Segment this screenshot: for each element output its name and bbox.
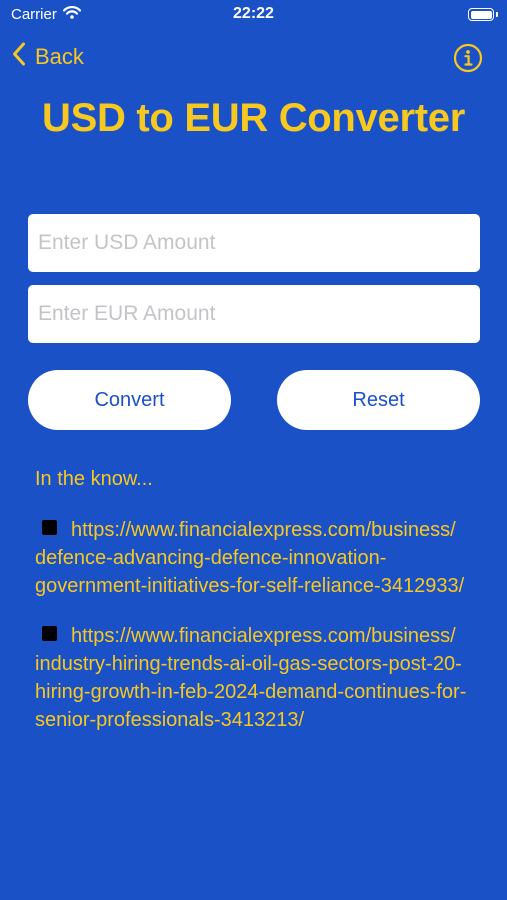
bullet-square-icon — [42, 626, 57, 641]
back-button[interactable]: Back — [12, 42, 84, 72]
news-link[interactable]: https://www.financialexpress.com/busines… — [35, 622, 475, 734]
news-heading: In the know... — [35, 468, 153, 490]
battery-tip — [496, 12, 498, 17]
bullet-square-icon — [42, 520, 57, 535]
reset-button[interactable]: Reset — [277, 370, 480, 430]
eur-amount-input[interactable] — [28, 285, 480, 343]
page-title: USD to EUR Converter — [42, 96, 465, 140]
info-button[interactable] — [453, 43, 483, 73]
usd-amount-input[interactable] — [28, 214, 480, 272]
back-label: Back — [35, 44, 84, 69]
news-link-text[interactable]: https://www.financialexpress.com/busines… — [35, 625, 466, 731]
news-link-text[interactable]: https://www.financialexpress.com/busines… — [35, 519, 464, 597]
chevron-left-icon — [12, 42, 26, 72]
news-link[interactable]: https://www.financialexpress.com/busines… — [35, 516, 475, 600]
status-time: 22:22 — [233, 5, 274, 22]
convert-button[interactable]: Convert — [28, 370, 231, 430]
battery-level — [470, 10, 492, 19]
status-bar: Carrier 22:22 — [0, 0, 507, 30]
info-circle-icon — [453, 43, 483, 77]
news-text-view[interactable]: In the know... https://www.financialexpr… — [35, 465, 475, 765]
battery-icon — [468, 8, 494, 21]
